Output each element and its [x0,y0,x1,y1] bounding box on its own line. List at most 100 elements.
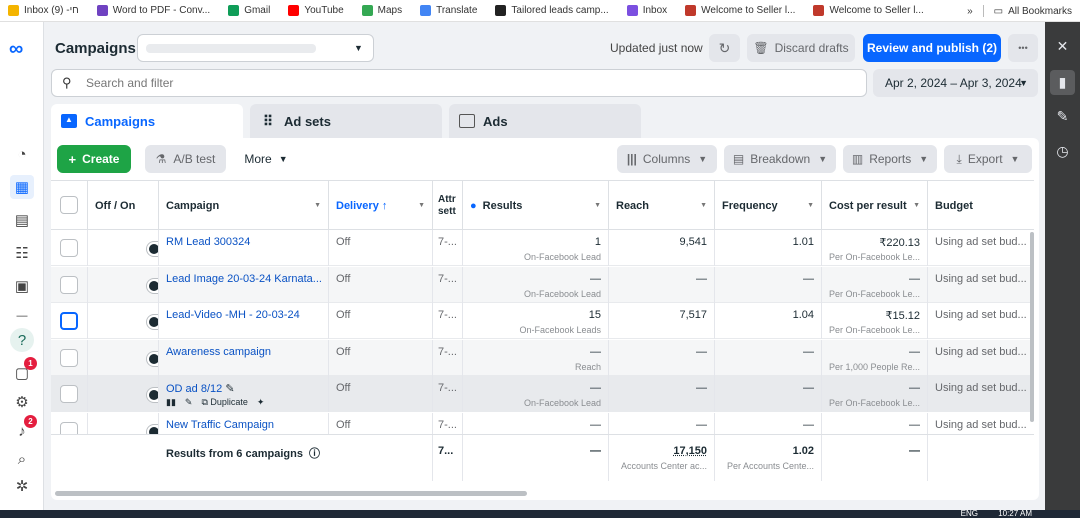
frequency-value: — [803,272,814,285]
bug-report-icon[interactable]: ✲ [10,474,34,498]
bookmark-item[interactable]: Gmail [228,5,270,16]
campaign-toggle[interactable] [146,277,158,294]
settings-gear-icon[interactable]: ⚙ [10,390,34,414]
row-checkbox[interactable] [60,312,78,330]
tab-ads[interactable]: Ads [449,104,641,138]
bookmarks-overflow-button[interactable]: » [967,6,973,17]
header-frequency[interactable]: Frequency ▼ [715,181,822,231]
header-campaign[interactable]: Campaign ▼ [159,181,329,231]
row-checkbox[interactable] [60,275,78,294]
more-dropdown-button[interactable]: More ▼ [235,145,297,173]
header-results[interactable]: ● Results ▼ [463,181,609,231]
view-charts-icon[interactable]: ▮▮ [166,397,176,408]
header-offon[interactable]: Off / On [88,181,159,231]
results-type: Reach [574,361,601,372]
campaign-name-link[interactable]: Awareness campaign [166,346,271,358]
bookmark-item[interactable]: Welcome to Seller l... [813,5,924,16]
campaign-name-link[interactable]: OD ad 8/12 [166,383,222,395]
delivery-cell: Off [329,230,433,266]
campaign-name-link[interactable]: RM Lead 300324 [166,236,250,248]
pin-icon[interactable]: ✦ [257,397,265,408]
campaign-toggle[interactable] [146,314,158,330]
chart-icon[interactable]: ▮ [1050,70,1075,95]
select-all-checkbox[interactable] [60,196,78,214]
table-row[interactable]: OD ad 8/12 ✎ ▮▮ ✎ ⧉ Duplicate ✦ Off 7-... — On-F… [51,376,1034,412]
pages-icon[interactable]: ▤ [10,208,34,232]
help-icon[interactable]: ? [10,328,34,352]
close-icon[interactable]: ✕ [1050,34,1075,59]
campaigns-table-icon[interactable]: ▦ [10,175,34,199]
refresh-button[interactable]: ↻ [709,34,740,62]
dashboard-icon[interactable]: ◔ [10,142,34,166]
billing-icon[interactable]: ▣ [10,274,34,298]
bookmark-item[interactable]: Tailored leads camp... [495,5,609,16]
more-label: More [244,152,272,166]
tab-campaigns[interactable]: ▲ Campaigns [51,104,243,138]
table-row[interactable]: Lead Image 20-03-24 Karnata... Off 7-... — O… [51,266,1034,303]
campaign-name-link[interactable]: Lead Image 20-03-24 Karnata... [166,273,322,285]
meta-logo-icon[interactable]: ∞ [9,38,23,61]
review-publish-button[interactable]: Review and publish (2) [863,34,1001,62]
clock[interactable]: 10:27 AM [998,509,1032,518]
table-row[interactable]: Lead-Video -MH - 20-03-24 Off 7-... 15 On-Fa… [51,303,1034,339]
date-range-picker[interactable]: Apr 2, 2024 – Apr 3, 2024 ▼ [873,69,1038,97]
discard-drafts-button[interactable]: 🗑 Discard drafts [747,34,855,62]
bookmark-item[interactable]: Inbox [626,5,667,16]
notification-badge: 1 [24,357,37,370]
horizontal-scrollbar[interactable] [55,491,527,496]
row-checkbox[interactable] [60,239,78,257]
alerts-bell-icon[interactable]: ♪ 2 [10,415,37,443]
campaign-toggle[interactable] [146,350,158,367]
language-indicator[interactable]: ENG [961,509,978,518]
bookmark-item[interactable]: Maps [361,5,402,16]
header-attribution[interactable]: Attr sett [433,181,463,231]
export-button[interactable]: ⤓ Export ▼ [944,145,1032,173]
bookmark-item[interactable]: Welcome to Seller l... [685,5,795,16]
breakdown-button[interactable]: ▤ Breakdown ▼ [724,145,836,173]
tab-ad-sets[interactable]: ⠿ Ad sets [250,104,442,138]
history-clock-icon[interactable]: ◷ [1050,139,1075,164]
table-row[interactable]: RM Lead 300324 Off 7-... 1 On-Facebook Lead 9… [51,230,1034,266]
all-bookmarks-link[interactable]: All Bookmarks [1008,6,1072,17]
notifications-icon[interactable]: ▢ 1 [10,357,37,385]
header-budget[interactable]: Budget [928,181,1034,231]
search-input[interactable] [86,75,786,91]
header-cost-per-result[interactable]: Cost per result ▼ [822,181,928,231]
duplicate-action[interactable]: ⧉ Duplicate [201,397,247,408]
bookmark-item[interactable]: Word to PDF - Conv... [96,5,210,16]
ad-sets-grid-icon: ⠿ [262,113,274,129]
account-selector[interactable]: ▼ [137,34,374,62]
create-button[interactable]: + Create [57,145,131,173]
refresh-icon: ↻ [718,39,731,56]
budget-cell: Using ad set bud... [928,303,1034,339]
campaign-toggle[interactable] [146,241,158,257]
bookmark-favicon-icon [495,5,507,16]
campaign-name-link[interactable]: New Traffic Campaign [166,419,274,431]
ab-test-button[interactable]: ⚗ A/B test [145,145,226,173]
totals-label: Results from 6 campaigns ⓘ [166,445,322,461]
edit-pencil-icon[interactable]: ✎ [185,397,193,408]
edit-name-icon[interactable]: ✎ [225,383,234,395]
row-checkbox[interactable] [60,385,78,403]
attribution-cell: 7-... [433,266,463,303]
campaign-name-link[interactable]: Lead-Video -MH - 20-03-24 [166,309,300,321]
bookmark-favicon-icon [420,5,432,16]
vertical-scrollbar[interactable] [1030,232,1034,422]
header-delivery[interactable]: Delivery ↑ ▼ [329,181,433,231]
more-options-button[interactable]: ••• [1008,34,1038,62]
results-value: — [590,272,601,285]
bookmark-item[interactable]: Inbox (9) -חי [8,5,79,16]
budget-value: Using ad set bud... [935,382,1027,394]
header-reach[interactable]: Reach ▼ [609,181,715,231]
edit-pencil-icon[interactable]: ✎ [1050,104,1075,129]
columns-button[interactable]: ||| Columns ▼ [617,145,717,173]
bookmark-item[interactable]: YouTube [288,5,344,16]
reports-button[interactable]: ▥ Reports ▼ [843,145,937,173]
table-row[interactable]: Awareness campaign Off 7-... — Reach — — — Per 1… [51,339,1034,376]
search-icon[interactable]: ⌕ [10,447,34,471]
audiences-icon[interactable]: ☷ [10,241,34,265]
bookmark-item[interactable]: Translate [420,5,477,16]
date-range-label: Apr 2, 2024 – Apr 3, 2024 [885,76,1022,90]
row-checkbox[interactable] [60,348,78,367]
campaign-toggle[interactable] [146,387,158,403]
